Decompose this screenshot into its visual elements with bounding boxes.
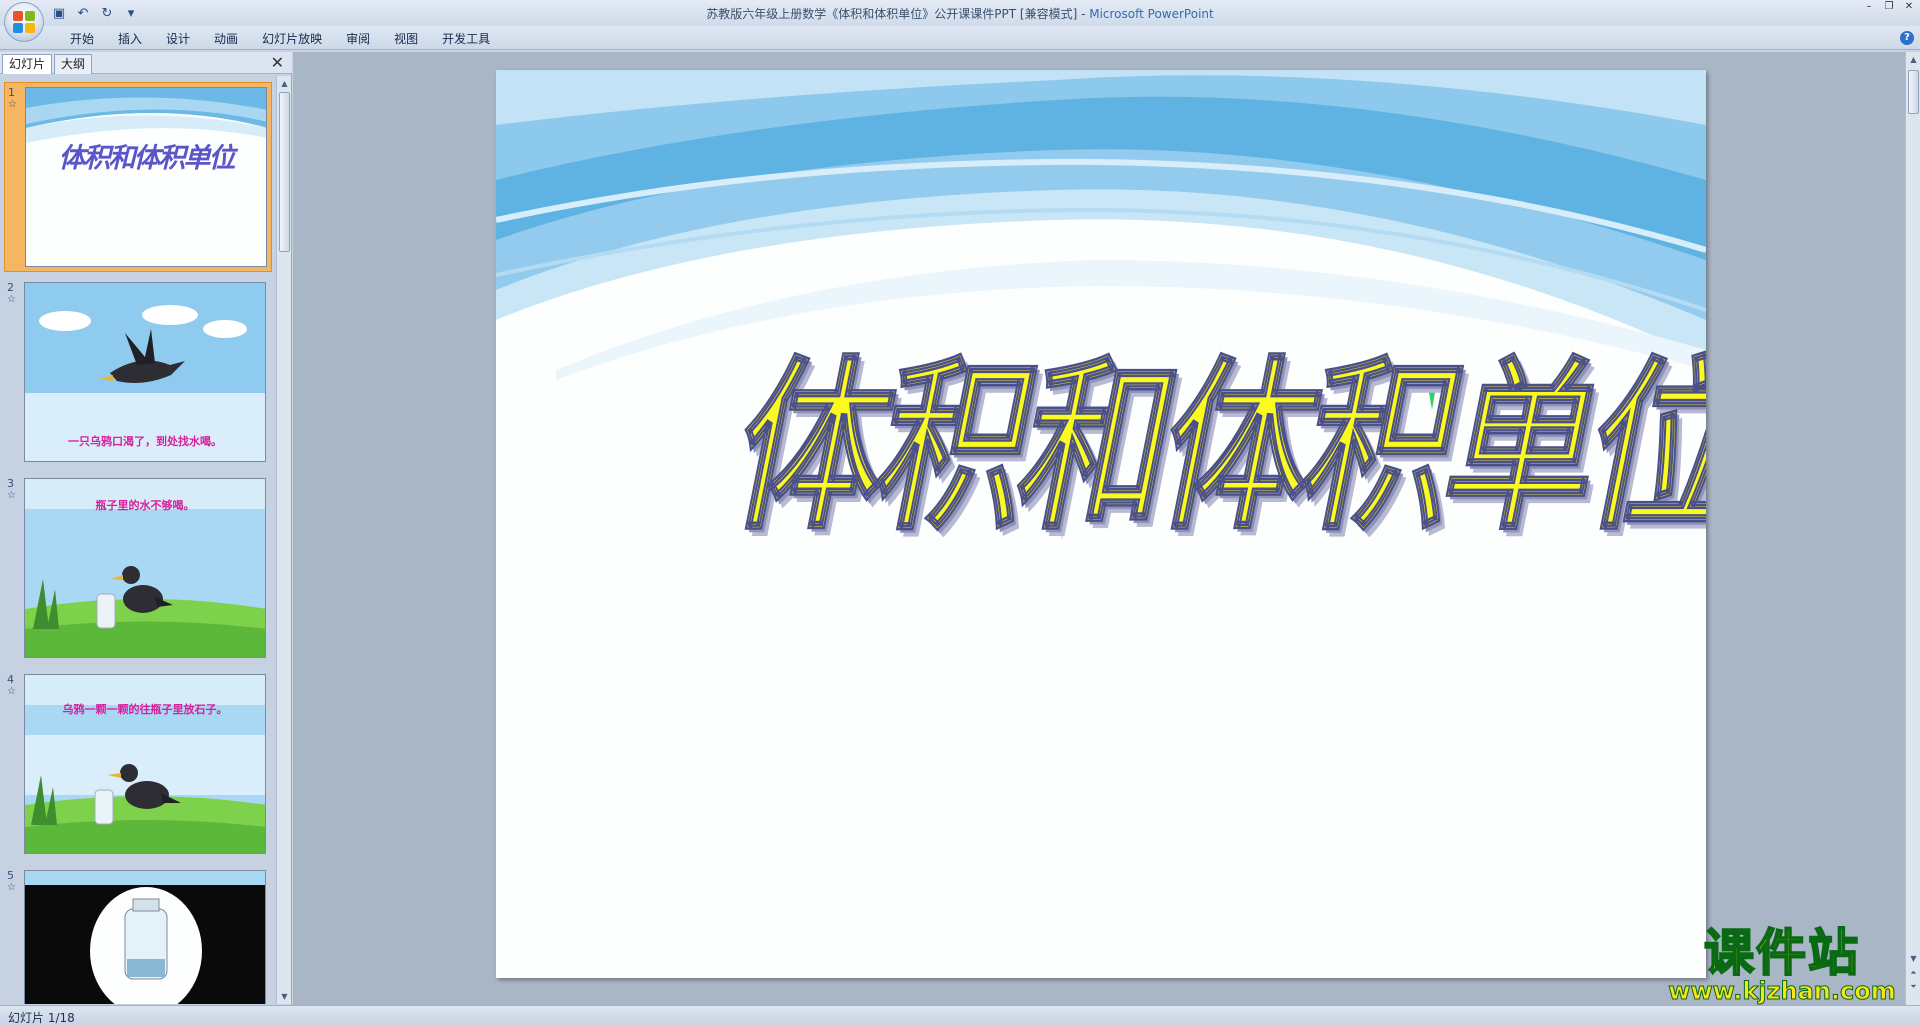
- document-title: 苏教版六年级上册数学《体积和体积单位》公开课课件PPT [兼容模式] -: [706, 7, 1090, 21]
- thumbnail-preview: 瓶子里的水不够喝。: [24, 478, 266, 658]
- thumbnail-scrollbar[interactable]: ▲ ▼: [276, 76, 291, 1004]
- restore-icon[interactable]: ❐: [1882, 1, 1896, 13]
- thumbnail-number: 2: [7, 281, 14, 294]
- ribbon-tab-list: 开始 插入 设计 动画 幻灯片放映 审阅 视图 开发工具: [58, 30, 502, 48]
- scroll-up-icon[interactable]: ▲: [277, 76, 292, 91]
- tab-slide-show[interactable]: 幻灯片放映: [250, 30, 334, 48]
- window-controls: – ❐ ✕: [1862, 1, 1916, 13]
- thumbnail-caption: 一只乌鸦口渴了，到处找水喝。: [68, 435, 222, 448]
- slide-thumbnail-4[interactable]: 4 ☆ 乌鸦一颗一颗的往瓶子里放石子。: [4, 670, 272, 860]
- thumbnail-sky-image: [26, 88, 266, 266]
- thumbnail-number: 3: [7, 477, 14, 490]
- pane-tabs: 幻灯片 大纲 ✕: [0, 52, 292, 74]
- slide-editing-area: 体积和体积单位: [293, 52, 1905, 1005]
- slide-thumbnail-2[interactable]: 2 ☆ 一只乌鸦口渴了，到处找水喝。: [4, 278, 272, 468]
- office-button[interactable]: [4, 2, 44, 42]
- close-pane-icon[interactable]: ✕: [271, 54, 284, 72]
- thumbnail-preview: [24, 870, 266, 1004]
- tab-animations[interactable]: 动画: [202, 30, 250, 48]
- help-icon[interactable]: ?: [1900, 31, 1914, 45]
- thumbnail-preview: 乌鸦一颗一颗的往瓶子里放石子。: [24, 674, 266, 854]
- slide-title[interactable]: 体积和体积单位: [727, 339, 1706, 554]
- slide-counter: 幻灯片 1/18: [8, 1011, 75, 1025]
- close-icon[interactable]: ✕: [1902, 1, 1916, 13]
- animation-star-icon: ☆: [7, 686, 16, 697]
- thumbnail-caption: 体积和体积单位: [58, 143, 236, 174]
- next-slide-icon[interactable]: ⏷: [1906, 981, 1920, 993]
- current-slide[interactable]: 体积和体积单位: [496, 70, 1706, 978]
- slide-thumbnail-3[interactable]: 3 ☆ 瓶子里的水不够喝。: [4, 474, 272, 664]
- tab-review[interactable]: 审阅: [334, 30, 382, 48]
- office-logo-icon: [13, 11, 35, 33]
- scroll-down-icon[interactable]: ▼: [1906, 953, 1920, 965]
- thumbnail-list: 1 ☆ 体积和体积单位 2 ☆ 一只乌鸦口渴了，到处找水喝。 3 ☆ 瓶子里的水…: [0, 76, 276, 1004]
- animation-star-icon: ☆: [8, 99, 17, 110]
- thumbnail-number: 5: [7, 869, 14, 882]
- scroll-up-icon[interactable]: ▲: [1906, 54, 1920, 66]
- app-name: Microsoft PowerPoint: [1089, 7, 1214, 21]
- thumbnail-caption: 乌鸦一颗一颗的往瓶子里放石子。: [62, 703, 228, 716]
- tab-view[interactable]: 视图: [382, 30, 430, 48]
- ribbon: 开始 插入 设计 动画 幻灯片放映 审阅 视图 开发工具 ?: [0, 26, 1920, 50]
- tab-developer[interactable]: 开发工具: [430, 30, 502, 48]
- window-title: 苏教版六年级上册数学《体积和体积单位》公开课课件PPT [兼容模式] - Mic…: [0, 5, 1920, 22]
- tab-insert[interactable]: 插入: [106, 30, 154, 48]
- thumbnail-preview: 体积和体积单位: [25, 87, 267, 267]
- title-bar: ▣ ↶ ↻ ▾ 苏教版六年级上册数学《体积和体积单位》公开课课件PPT [兼容模…: [0, 0, 1920, 26]
- thumbnail-preview: 一只乌鸦口渴了，到处找水喝。: [24, 282, 266, 462]
- tab-slides[interactable]: 幻灯片: [2, 54, 53, 74]
- slide-thumbnail-1[interactable]: 1 ☆ 体积和体积单位: [4, 82, 272, 272]
- previous-slide-icon[interactable]: ⏶: [1906, 967, 1920, 979]
- tab-home[interactable]: 开始: [58, 30, 106, 48]
- scroll-thumb[interactable]: [279, 92, 290, 252]
- thumbnail-caption: 瓶子里的水不够喝。: [95, 499, 195, 512]
- slide-thumbnail-5[interactable]: 5 ☆: [4, 866, 272, 1004]
- watermark-text: 课件站: [1703, 924, 1860, 982]
- thumbnail-jar-image: [25, 871, 265, 1004]
- animation-star-icon: ☆: [7, 294, 16, 305]
- main-scrollbar[interactable]: ▲ ▼ ⏶ ⏷: [1905, 52, 1920, 1005]
- tab-design[interactable]: 设计: [154, 30, 202, 48]
- slides-pane: 幻灯片 大纲 ✕ 1 ☆ 体积和体积单位 2 ☆ 一只乌鸦口渴了，到处找水喝。 …: [0, 52, 292, 1005]
- tab-outline[interactable]: 大纲: [54, 54, 93, 74]
- watermark-logo: 课件站 www.kjzhan.com: [1664, 924, 1900, 1005]
- status-bar: 幻灯片 1/18: [0, 1005, 1920, 1025]
- thumbnail-number: 1: [8, 86, 15, 99]
- animation-star-icon: ☆: [7, 882, 16, 893]
- animation-star-icon: ☆: [7, 490, 16, 501]
- scroll-down-icon[interactable]: ▼: [277, 989, 292, 1004]
- thumbnail-number: 4: [7, 673, 14, 686]
- scroll-thumb[interactable]: [1908, 70, 1919, 114]
- watermark-url: www.kjzhan.com: [1668, 977, 1896, 1005]
- minimize-icon[interactable]: –: [1862, 1, 1876, 13]
